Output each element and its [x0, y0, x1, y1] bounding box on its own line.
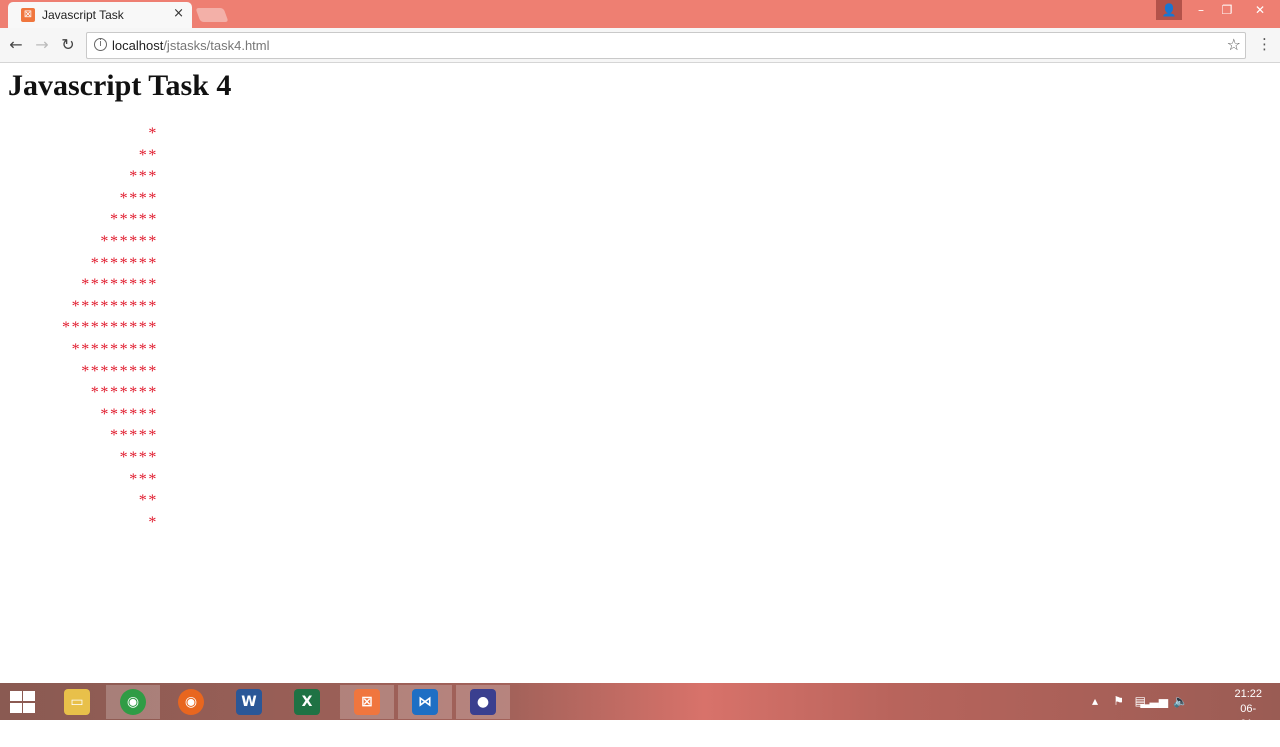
new-tab-button[interactable] — [195, 8, 229, 22]
star-row: ***** — [110, 427, 158, 445]
back-icon[interactable]: ← — [6, 35, 26, 55]
restore-icon[interactable]: ❐ — [1214, 0, 1240, 20]
windows-start-icon[interactable] — [8, 691, 36, 713]
action-center-icon[interactable]: ⚑ — [1113, 694, 1124, 708]
clock-time: 21:22 — [1234, 688, 1262, 700]
address-bar[interactable]: i localhost/jstasks/task4.html ☆ — [86, 32, 1246, 59]
star-row: ******* — [90, 254, 158, 272]
firefox-icon[interactable]: ◉ — [164, 685, 218, 719]
page-viewport: Javascript Task 4 * ** *** **** ***** ****** *… — [0, 63, 1280, 683]
star-row: ** — [138, 492, 158, 510]
reload-icon[interactable]: ↻ — [58, 35, 78, 55]
xampp-favicon-icon: ⊠ — [21, 8, 35, 22]
star-row: ******** — [81, 276, 158, 294]
tab-title: Javascript Task — [42, 8, 124, 22]
vscode-icon[interactable]: ⋈ — [398, 685, 452, 719]
profile-icon[interactable]: 👤 — [1156, 0, 1182, 20]
chrome-icon[interactable]: ◉ — [106, 685, 160, 719]
star-row: *** — [129, 168, 158, 186]
browser-title-bar: ⊠ Javascript Task × 👤 – ❐ ✕ — [0, 0, 1280, 28]
star-row: ********* — [71, 297, 158, 315]
window-close-icon[interactable]: ✕ — [1240, 0, 1280, 20]
star-row: * — [148, 513, 158, 531]
browser-toolbar: ← → ↻ i localhost/jstasks/task4.html ☆ ⋮ — [0, 28, 1280, 63]
star-row: ***** — [110, 211, 158, 229]
file-explorer-icon[interactable]: ▭ — [50, 685, 104, 719]
taskbar-clock[interactable]: 21:22 06-01-2018 — [1234, 687, 1262, 747]
star-row: ****** — [100, 405, 158, 423]
tray-expand-icon[interactable]: ▴ — [1092, 694, 1098, 708]
star-row: ******* — [90, 384, 158, 402]
star-row: **** — [119, 448, 158, 466]
minimize-icon[interactable]: – — [1188, 0, 1214, 20]
star-row: * — [148, 125, 158, 142]
chrome-menu-icon[interactable]: ⋮ — [1257, 35, 1272, 53]
star-row: *** — [129, 470, 158, 488]
star-row: **** — [119, 189, 158, 207]
windows-taskbar: ▭ ◉ ◉ W X ⊠ ⋈ ● ▴ ⚑ ▤ ▂▃▅ 🔈 21:22 06-01-… — [0, 683, 1280, 745]
url-text[interactable]: localhost/jstasks/task4.html — [112, 38, 270, 53]
wifi-signal-icon[interactable]: ▂▃▅ — [1140, 694, 1168, 708]
volume-muted-icon[interactable]: 🔈 — [1173, 694, 1188, 708]
browser-tab[interactable]: ⊠ Javascript Task × — [8, 2, 192, 28]
forward-icon[interactable]: → — [32, 35, 52, 55]
clock-date: 06-01-2018 — [1235, 703, 1261, 745]
xampp-icon[interactable]: ⊠ — [340, 685, 394, 719]
star-pattern: * ** *** **** ***** ****** ******* ******** ****… — [8, 123, 158, 533]
window-controls: 👤 – ❐ ✕ — [1156, 0, 1280, 20]
star-row: ********** — [62, 319, 158, 337]
info-icon[interactable]: i — [94, 38, 107, 51]
star-row: ****** — [100, 232, 158, 250]
star-row: ********* — [71, 340, 158, 358]
tab-close-icon[interactable]: × — [173, 6, 184, 21]
page-heading: Javascript Task 4 — [8, 69, 232, 102]
bookmark-star-icon[interactable]: ☆ — [1227, 35, 1241, 54]
word-icon[interactable]: W — [222, 685, 276, 719]
recorder-icon[interactable]: ● — [456, 685, 510, 719]
excel-icon[interactable]: X — [280, 685, 334, 719]
star-row: ** — [138, 146, 158, 164]
star-row: ******** — [81, 362, 158, 380]
